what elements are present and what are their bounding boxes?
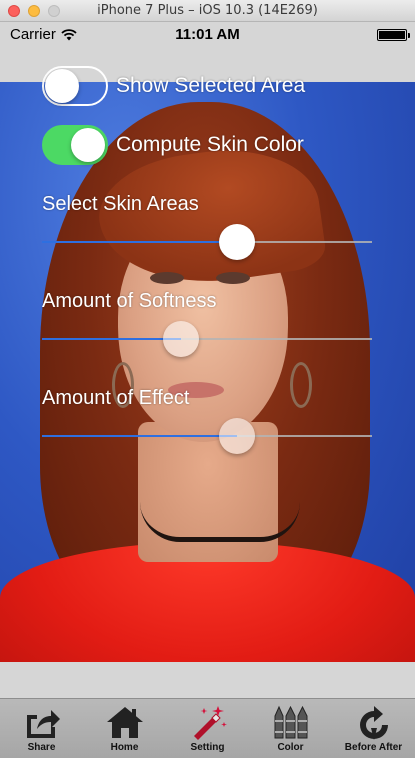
tab-home-label: Home xyxy=(110,742,139,753)
tab-color-label: Color xyxy=(277,742,304,753)
slider-thumb[interactable] xyxy=(218,224,255,260)
slider-fill xyxy=(42,338,181,340)
zoom-window-button[interactable] xyxy=(48,5,60,17)
photo-necklace xyxy=(140,502,300,542)
home-icon xyxy=(106,707,143,738)
tab-color[interactable]: Color xyxy=(249,699,332,758)
minimize-window-button[interactable] xyxy=(28,5,40,17)
select-skin-areas-slider[interactable] xyxy=(42,222,372,262)
show-selected-area-toggle[interactable] xyxy=(42,66,108,106)
window-controls xyxy=(8,5,60,17)
photo-left-eye xyxy=(150,272,184,284)
amount-of-softness-label: Amount of Softness xyxy=(42,290,217,312)
slider-fill xyxy=(42,435,237,437)
toggle-knob xyxy=(71,128,105,162)
magic-wand-icon xyxy=(193,706,227,740)
tab-bar: Share Home Setting Color Before After xyxy=(0,698,415,758)
show-selected-area-row: Show Selected Area xyxy=(42,66,305,106)
status-time: 11:01 AM xyxy=(175,26,240,43)
battery-icon xyxy=(377,29,410,41)
photo-canvas[interactable] xyxy=(0,82,415,662)
slider-fill xyxy=(42,241,237,243)
window-title: iPhone 7 Plus – iOS 10.3 (14E269) xyxy=(97,3,318,18)
tab-setting[interactable]: Setting xyxy=(166,699,249,758)
tab-share-label: Share xyxy=(27,742,56,753)
simulator-title-bar: iPhone 7 Plus – iOS 10.3 (14E269) xyxy=(0,0,415,22)
slider-thumb[interactable] xyxy=(162,321,199,357)
select-skin-areas-label: Select Skin Areas xyxy=(42,193,199,215)
photo-right-eye xyxy=(216,272,250,284)
amount-of-softness-slider[interactable] xyxy=(42,319,372,359)
amount-of-effect-slider[interactable] xyxy=(42,416,372,456)
tab-before-after[interactable]: Before After xyxy=(332,699,415,758)
photo-right-earring xyxy=(290,362,312,408)
bottom-spacer xyxy=(0,662,415,698)
tab-setting-label: Setting xyxy=(190,742,225,753)
compute-skin-color-label: Compute Skin Color xyxy=(116,133,304,156)
toggle-knob xyxy=(45,69,79,103)
status-bar: Carrier 11:01 AM xyxy=(0,22,415,48)
share-icon xyxy=(26,710,60,738)
show-selected-area-label: Show Selected Area xyxy=(116,74,306,97)
tab-home[interactable]: Home xyxy=(83,699,166,758)
compute-skin-color-toggle[interactable] xyxy=(42,125,108,165)
refresh-icon xyxy=(359,706,388,740)
close-window-button[interactable] xyxy=(8,5,20,17)
slider-thumb[interactable] xyxy=(218,418,255,454)
tab-share[interactable]: Share xyxy=(0,699,83,758)
crayons-icon xyxy=(274,705,307,739)
amount-of-effect-label: Amount of Effect xyxy=(42,387,190,409)
compute-skin-color-row: Compute Skin Color xyxy=(42,125,304,165)
tab-before-after-label: Before After xyxy=(344,742,403,753)
